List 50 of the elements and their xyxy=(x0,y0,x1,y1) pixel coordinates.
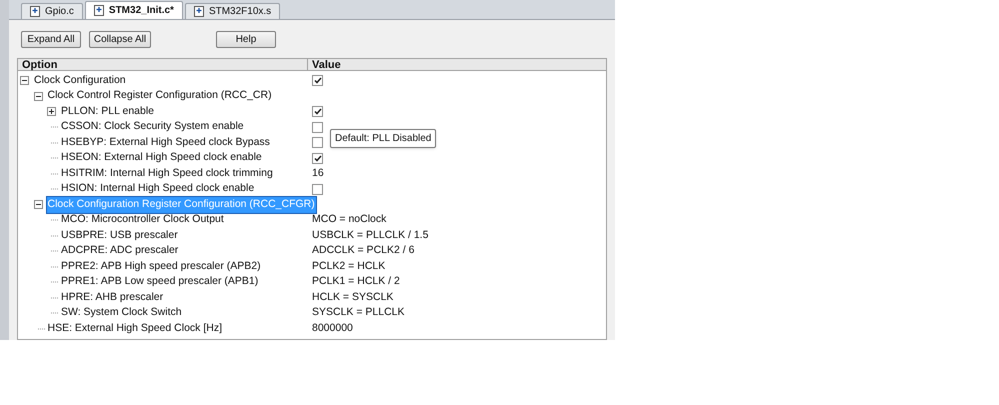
column-header[interactable]: Value xyxy=(308,59,341,70)
option-value[interactable]: 8000000 xyxy=(312,320,353,337)
option-label[interactable]: PPRE2: APB High speed prescaler (APB2) xyxy=(60,258,262,275)
file-icon xyxy=(94,5,104,16)
checkbox[interactable] xyxy=(312,122,323,133)
check-icon xyxy=(314,77,322,84)
file-icon xyxy=(30,6,40,17)
check-icon xyxy=(314,108,322,116)
option-label[interactable]: HSEBYP: External High Speed clock Bypass xyxy=(60,134,271,151)
option-value[interactable]: ADCCLK = PCLK2 / 6 xyxy=(312,243,414,260)
option-label[interactable]: USBPRE: USB prescaler xyxy=(60,228,179,244)
collapse-icon[interactable] xyxy=(20,76,29,86)
checkbox[interactable] xyxy=(312,184,323,195)
collapse-icon[interactable] xyxy=(34,92,42,101)
option-label[interactable]: MCO: Microcontroller Clock Output xyxy=(60,212,225,228)
check-icon xyxy=(314,154,322,162)
option-value[interactable]: SYSCLK = PLLCLK xyxy=(312,305,405,322)
checkbox[interactable] xyxy=(312,106,323,118)
file-tab[interactable]: STM32F10x.s xyxy=(184,3,280,19)
checkbox[interactable] xyxy=(312,75,323,86)
option-label[interactable]: PPRE1: APB Low speed prescaler (APB1) xyxy=(60,274,260,290)
option-label[interactable]: PLLON: PLL enable xyxy=(60,104,156,120)
option-label[interactable]: Clock Configuration xyxy=(33,72,127,89)
option-label[interactable]: SW: System Clock Switch xyxy=(60,305,183,322)
checkbox[interactable] xyxy=(312,137,323,148)
option-label[interactable]: HSION: Internal High Speed clock enable xyxy=(60,181,256,198)
file-tab[interactable]: Gpio.c xyxy=(21,3,83,19)
option-value[interactable]: USBCLK = PLLCLK / 1.5 xyxy=(312,228,428,244)
expand-icon[interactable] xyxy=(47,107,56,116)
option-label[interactable]: CSSON: Clock Security System enable xyxy=(60,119,245,136)
option-label[interactable]: Clock Control Register Configuration (RCC_CR) xyxy=(46,88,273,104)
option-value[interactable]: MCO = noClock xyxy=(312,212,386,228)
option-value[interactable]: 16 xyxy=(312,166,324,182)
option-value[interactable]: PCLK1 = HCLK / 2 xyxy=(312,274,400,290)
option-value[interactable]: PCLK2 = HCLK xyxy=(312,258,386,275)
toolbar-button[interactable]: Expand All xyxy=(21,30,81,48)
toolbar-button[interactable]: Collapse All xyxy=(89,30,151,48)
file-tab[interactable]: STM32_Init.c* xyxy=(84,1,183,19)
tooltip: Default: PLL Disabled xyxy=(330,129,436,148)
checkbox[interactable] xyxy=(312,152,323,164)
option-label[interactable]: ADCPRE: ADC prescaler xyxy=(60,243,180,260)
option-label[interactable]: HSEON: External High Speed clock enable xyxy=(60,150,263,166)
option-value[interactable]: HCLK = SYSCLK xyxy=(312,290,394,306)
collapse-icon[interactable] xyxy=(34,200,42,210)
option-label[interactable]: HSITRIM: Internal High Speed clock trimming xyxy=(60,166,274,182)
option-label[interactable]: HPRE: AHB prescaler xyxy=(60,290,164,306)
file-icon xyxy=(194,6,204,17)
option-label[interactable]: HSE: External High Speed Clock [Hz] xyxy=(46,320,223,337)
column-header[interactable]: Option xyxy=(18,59,308,70)
toolbar-button[interactable]: Help xyxy=(216,30,276,48)
